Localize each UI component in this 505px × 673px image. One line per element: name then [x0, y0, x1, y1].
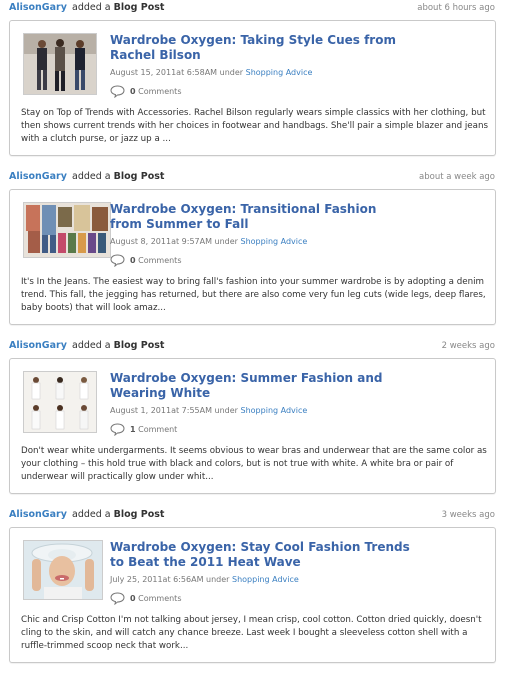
- post-thumbnail-image: [24, 541, 102, 599]
- activity-header: AlisonGary added a Blog Post about a wee…: [0, 169, 505, 183]
- category-link[interactable]: Shopping Advice: [241, 406, 308, 415]
- post-meta: August 8, 2011at 9:57AM under Shopping A…: [110, 237, 307, 246]
- activity-header: AlisonGary added a Blog Post 3 weeks ago: [0, 507, 505, 521]
- comments-word: Comment: [138, 425, 178, 434]
- comment-bubble-icon: [110, 423, 125, 436]
- post-thumbnail-image: [24, 34, 96, 94]
- post-thumbnail[interactable]: [23, 371, 97, 433]
- post-title-link[interactable]: Wardrobe Oxygen: Stay Cool Fashion Trend…: [110, 540, 410, 570]
- category-link[interactable]: Shopping Advice: [241, 237, 308, 246]
- action-text: added a: [72, 509, 111, 520]
- comments-count: 0: [130, 594, 136, 603]
- comments-count: 0: [130, 87, 136, 96]
- action-type: Blog Post: [113, 509, 165, 520]
- activity-item: AlisonGary added a Blog Post about a wee…: [0, 169, 505, 325]
- activity-description: added a Blog Post: [72, 509, 164, 520]
- category-link[interactable]: Shopping Advice: [232, 575, 299, 584]
- comment-bubble-icon: [110, 254, 125, 267]
- activity-time: 3 weeks ago: [441, 510, 495, 520]
- comments-count: 1: [130, 425, 136, 434]
- blog-post-card: Wardrobe Oxygen: Stay Cool Fashion Trend…: [9, 527, 496, 663]
- comments-word: Comments: [138, 256, 182, 265]
- post-date: July 25, 2011at 6:56AM under: [110, 575, 230, 584]
- post-thumbnail-image: [24, 372, 96, 432]
- post-thumbnail-image: [24, 203, 110, 257]
- actor-link[interactable]: AlisonGary: [9, 171, 67, 182]
- post-excerpt: Chic and Crisp Cotton I'm not talking ab…: [21, 615, 482, 651]
- category-link[interactable]: Shopping Advice: [246, 68, 313, 77]
- activity-description: added a Blog Post: [72, 2, 164, 13]
- activity-time: 2 weeks ago: [441, 341, 495, 351]
- actor-link[interactable]: AlisonGary: [9, 2, 67, 13]
- post-thumbnail[interactable]: [23, 202, 111, 258]
- post-title-link[interactable]: Wardrobe Oxygen: Summer Fashion and Wear…: [110, 371, 410, 401]
- post-date: August 15, 2011at 6:58AM under: [110, 68, 244, 77]
- post-date: August 1, 2011at 7:55AM under: [110, 406, 238, 415]
- post-excerpt: Don't wear white undergarments. It seems…: [21, 446, 487, 482]
- activity-description: added a Blog Post: [72, 171, 164, 182]
- actor-link[interactable]: AlisonGary: [9, 340, 67, 351]
- activity-time: about a week ago: [419, 172, 495, 182]
- comments-label: 1 Comment: [130, 425, 177, 434]
- activity-header: AlisonGary added a Blog Post 2 weeks ago: [0, 338, 505, 352]
- action-text: added a: [72, 340, 111, 351]
- post-thumbnail[interactable]: [23, 540, 103, 600]
- blog-post-card: Wardrobe Oxygen: Transitional Fashion fr…: [9, 189, 496, 325]
- comments-word: Comments: [138, 594, 182, 603]
- comments-word: Comments: [138, 87, 182, 96]
- comments-label: 0 Comments: [130, 87, 182, 96]
- action-type: Blog Post: [113, 340, 165, 351]
- post-meta: August 15, 2011at 6:58AM under Shopping …: [110, 68, 312, 77]
- actor-link[interactable]: AlisonGary: [9, 509, 67, 520]
- post-excerpt: It's In the Jeans. The easiest way to br…: [21, 277, 486, 313]
- activity-description: added a Blog Post: [72, 340, 164, 351]
- action-type: Blog Post: [113, 171, 165, 182]
- post-title-link[interactable]: Wardrobe Oxygen: Transitional Fashion fr…: [110, 202, 410, 232]
- post-thumbnail[interactable]: [23, 33, 97, 95]
- comments-label: 0 Comments: [130, 256, 182, 265]
- action-text: added a: [72, 171, 111, 182]
- activity-header: AlisonGary added a Blog Post about 6 hou…: [0, 0, 505, 14]
- post-date: August 8, 2011at 9:57AM under: [110, 237, 238, 246]
- comments-count: 0: [130, 256, 136, 265]
- activity-item: AlisonGary added a Blog Post 2 weeks ago: [0, 338, 505, 494]
- comment-bubble-icon: [110, 85, 125, 98]
- comment-bubble-icon: [110, 592, 125, 605]
- activity-feed: AlisonGary added a Blog Post about 6 hou…: [0, 0, 505, 673]
- post-meta: July 25, 2011at 6:56AM under Shopping Ad…: [110, 575, 299, 584]
- activity-time: about 6 hours ago: [417, 3, 495, 13]
- post-excerpt: Stay on Top of Trends with Accessories. …: [21, 108, 489, 144]
- action-type: Blog Post: [113, 2, 165, 13]
- activity-item: AlisonGary added a Blog Post 3 weeks ago: [0, 507, 505, 663]
- blog-post-card: Wardrobe Oxygen: Summer Fashion and Wear…: [9, 358, 496, 494]
- post-title-link[interactable]: Wardrobe Oxygen: Taking Style Cues from …: [110, 33, 410, 63]
- blog-post-card: Wardrobe Oxygen: Taking Style Cues from …: [9, 20, 496, 156]
- comments-label: 0 Comments: [130, 594, 182, 603]
- activity-item: AlisonGary added a Blog Post about 6 hou…: [0, 0, 505, 156]
- post-meta: August 1, 2011at 7:55AM under Shopping A…: [110, 406, 307, 415]
- action-text: added a: [72, 2, 111, 13]
